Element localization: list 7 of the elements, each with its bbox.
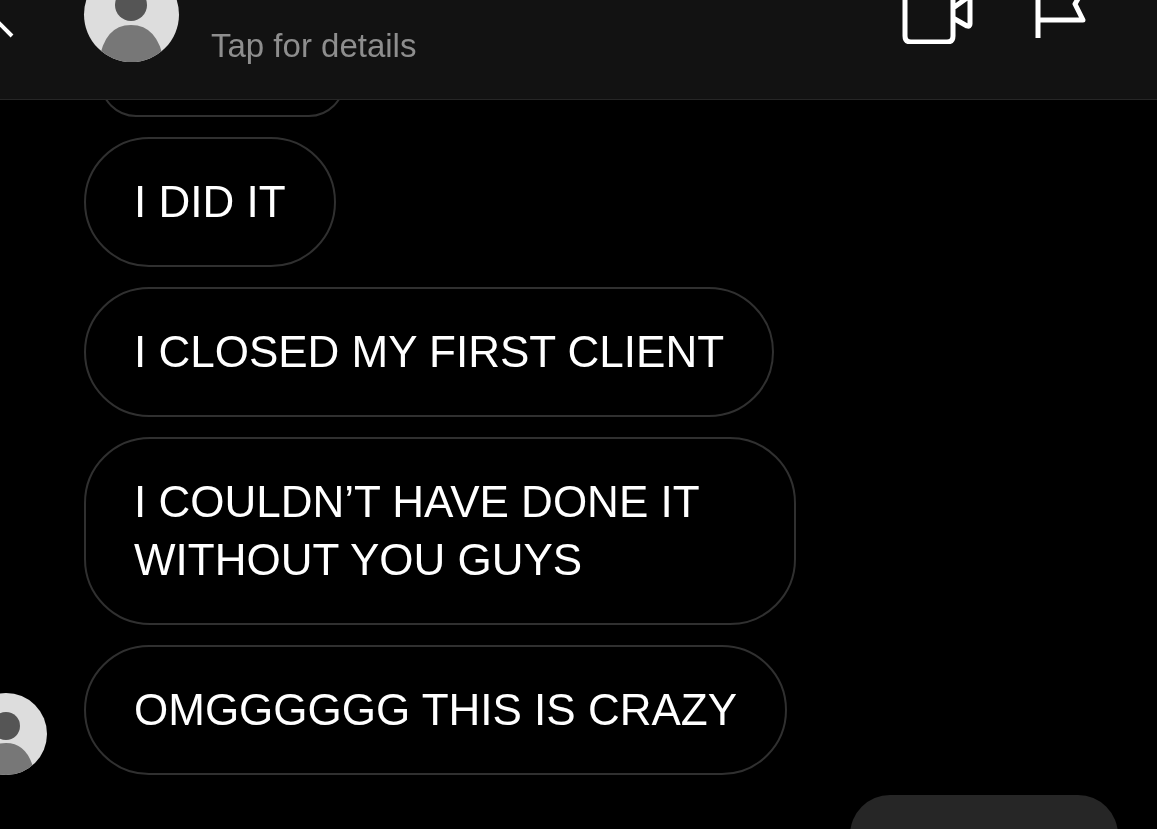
message-bubble: OMGGGGGG THIS IS CRAZY <box>84 645 788 775</box>
flag-icon[interactable] <box>1035 0 1087 40</box>
message-bubble: I DID IT <box>84 137 336 267</box>
video-call-icon[interactable] <box>901 0 973 44</box>
message-bubble: I COULDN’T HAVE DONE IT WITHOUT YOU GUYS <box>84 437 796 625</box>
tap-for-details-text[interactable]: Tap for details <box>211 28 417 65</box>
message-bubble: I CLOSED MY FIRST CLIENT <box>84 287 775 417</box>
